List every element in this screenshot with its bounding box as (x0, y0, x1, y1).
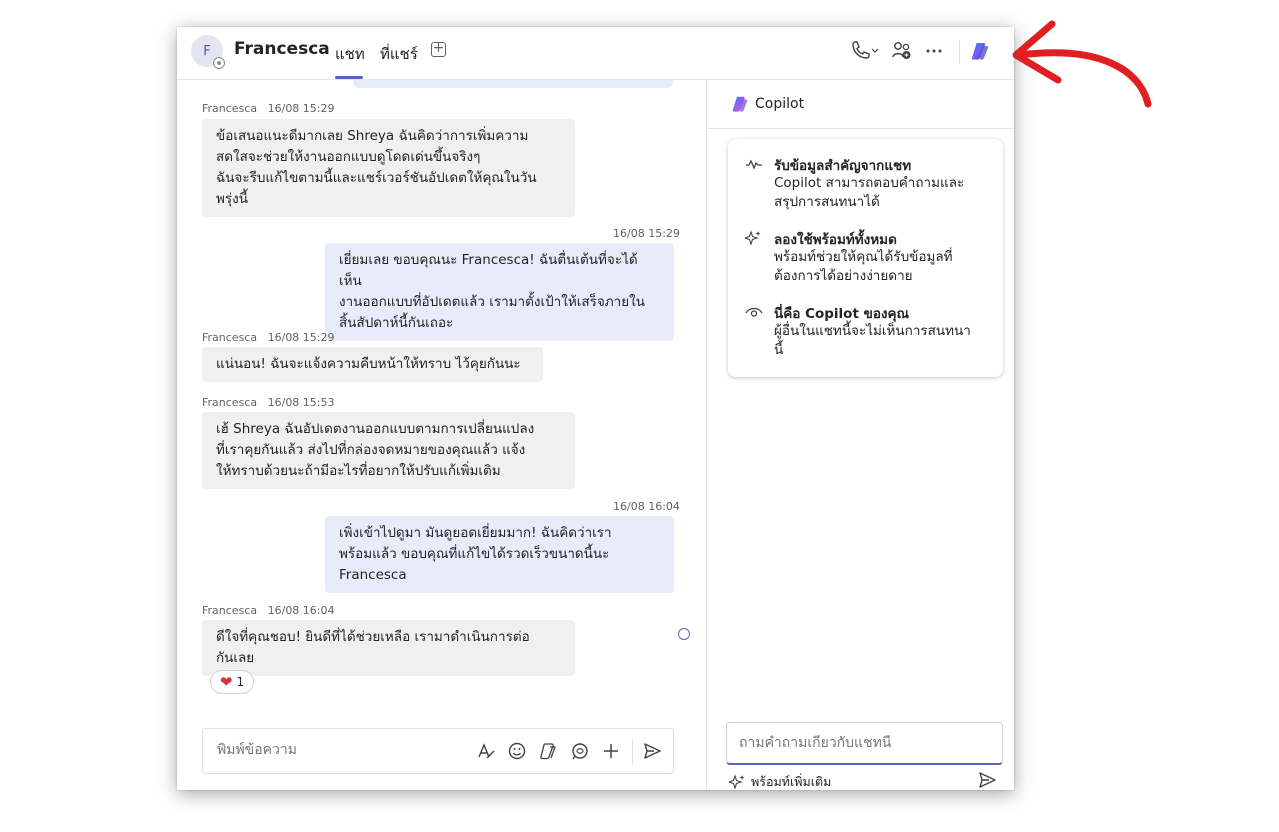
send-icon[interactable] (642, 741, 662, 761)
copilot-logo-icon (731, 95, 749, 113)
feature-title: ลองใช้พร้อมท์ทั้งหมด (774, 232, 897, 248)
message-meta: Francesca 16/08 15:29 (202, 102, 335, 115)
copilot-icon[interactable] (970, 41, 990, 61)
seen-check-icon (678, 628, 690, 640)
feature-description: พร้อมท์ช่วยให้คุณได้รับข้อมูลที่ ต้องการ… (774, 249, 953, 284)
sticker-icon[interactable] (538, 741, 558, 761)
message-sender: Francesca (202, 604, 258, 617)
message-sender: Francesca (202, 396, 258, 409)
message-bubble-outgoing[interactable]: เยี่ยมเลย ขอบคุณนะ Francesca! ฉันตื่นเต้… (325, 243, 674, 341)
previous-message-bubble (353, 80, 673, 88)
message-time: 16/08 16:04 (267, 604, 335, 617)
message-sender: Francesca (202, 331, 258, 344)
eye-icon (745, 304, 763, 320)
message-meta: Francesca 16/08 16:04 (202, 604, 335, 617)
reaction-count: 1 (236, 675, 245, 689)
message-composer (202, 728, 674, 774)
contact-name: Francesca (234, 39, 330, 59)
message-meta: Francesca 16/08 15:53 (202, 396, 335, 409)
message-bubble-outgoing[interactable]: เพิ่งเข้าไปดูมา มันดูยอดเยี่ยมมาก! ฉันคิ… (325, 516, 674, 593)
active-tab-indicator (335, 76, 363, 79)
composer-separator (632, 740, 633, 764)
message-time: 16/08 15:29 (267, 102, 335, 115)
message-time: 16/08 15:53 (267, 396, 335, 409)
message-sender: Francesca (202, 102, 258, 115)
avatar-initial: F (203, 43, 211, 59)
format-icon[interactable] (476, 741, 496, 761)
avatar[interactable]: F (191, 35, 225, 69)
more-horizontal-icon[interactable] (923, 40, 947, 62)
message-time: 16/08 16:04 (613, 500, 680, 513)
copilot-pane: Copilot รับข้อมูลสำคัญจากแชท Copilot สาม… (707, 80, 1014, 790)
feature-title: รับข้อมูลสำคัญจากแชท (774, 158, 912, 174)
chat-pane: Francesca 16/08 15:29 ข้อเสนอแนะดีมากเลย… (177, 80, 706, 790)
copilot-title: Copilot (755, 96, 805, 112)
message-bubble-incoming[interactable]: ข้อเสนอแนะดีมากเลย Shreya ฉันคิดว่าการเพ… (202, 119, 575, 217)
feature-description: Copilot สามารถตอบคำถามและ สรุปการสนทนาได… (774, 175, 965, 210)
copilot-input[interactable] (739, 735, 989, 751)
sparkle-icon (729, 774, 745, 790)
message-bubble-incoming[interactable]: ดีใจที่คุณชอบ! ยินดีที่ได้ช่วยเหลือ เราม… (202, 620, 575, 676)
sparkle-icon (743, 230, 761, 246)
tab-shared[interactable]: ที่แชร์ (380, 42, 418, 66)
message-bubble-incoming[interactable]: แน่นอน! ฉันจะแจ้งความคืบหน้าให้ทราบ ไว้ค… (202, 347, 543, 382)
feature-description: ผู้อื่นในแชทนี้จะไม่เห็นการสนทนา นี้ (774, 323, 971, 358)
teams-window: F Francesca แชท ที่แชร์ + Francesca 16/0… (177, 27, 1014, 790)
message-bubble-incoming[interactable]: เฮ้ Shreya ฉันอัปเดตงานออกแบบตามการเปลี่… (202, 412, 575, 489)
phone-icon[interactable] (849, 40, 879, 62)
message-time: 16/08 15:29 (267, 331, 335, 344)
more-prompts-label: พร้อมท์เพิ่มเติม (751, 774, 832, 789)
message-time: 16/08 15:29 (613, 227, 680, 240)
plus-square-icon[interactable]: + (431, 41, 446, 57)
copilot-intro-card: รับข้อมูลสำคัญจากแชท Copilot สามารถตอบคำ… (728, 139, 1003, 377)
chat-header: F Francesca แชท ที่แชร์ + (177, 27, 1014, 80)
more-prompts-button[interactable]: พร้อมท์เพิ่มเติม (729, 772, 831, 790)
copilot-header: Copilot (707, 80, 1014, 129)
feature-title: นี่คือ Copilot ของคุณ (774, 306, 910, 322)
people-icon[interactable] (891, 40, 915, 62)
tab-chat[interactable]: แชท (335, 42, 365, 66)
heart-icon: ❤ (219, 673, 233, 691)
presence-offline-icon (213, 57, 225, 69)
heart-reaction[interactable]: ❤ 1 (210, 670, 254, 694)
summary-wave-icon (745, 156, 762, 172)
message-input[interactable] (217, 742, 457, 758)
send-icon[interactable] (977, 770, 997, 790)
plus-icon[interactable] (601, 741, 621, 761)
header-separator (959, 40, 960, 64)
annotation-arrow-icon (990, 10, 1170, 120)
copilot-input-box (726, 722, 1003, 765)
message-meta: Francesca 16/08 15:29 (202, 331, 335, 344)
emoji-icon[interactable] (507, 741, 527, 761)
loop-icon[interactable] (570, 741, 590, 761)
